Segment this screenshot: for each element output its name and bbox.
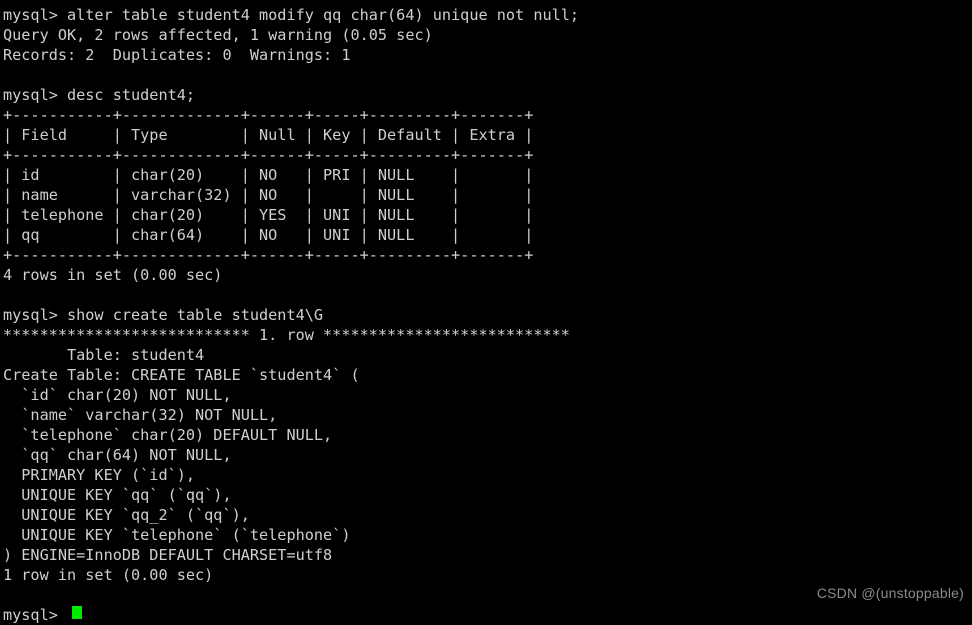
terminal-line: UNIQUE KEY `qq` (`qq`), bbox=[3, 486, 232, 504]
terminal-line: +-----------+-------------+------+-----+… bbox=[3, 106, 534, 124]
terminal-line: mysql> desc student4; bbox=[3, 86, 196, 104]
terminal-line: Records: 2 Duplicates: 0 Warnings: 1 bbox=[3, 46, 351, 64]
terminal-output: mysql> alter table student4 modify qq ch… bbox=[3, 5, 968, 605]
terminal-line: Query OK, 2 rows affected, 1 warning (0.… bbox=[3, 26, 433, 44]
terminal-line: +-----------+-------------+------+-----+… bbox=[3, 246, 534, 264]
terminal-line: Create Table: CREATE TABLE `student4` ( bbox=[3, 366, 360, 384]
terminal-line: | telephone | char(20) | YES | UNI | NUL… bbox=[3, 206, 534, 224]
terminal-line: ) ENGINE=InnoDB DEFAULT CHARSET=utf8 bbox=[3, 546, 333, 564]
terminal-line: mysql> show create table student4\G bbox=[3, 306, 324, 324]
terminal-line: *************************** 1. row *****… bbox=[3, 326, 570, 344]
terminal-line: mysql> alter table student4 modify qq ch… bbox=[3, 6, 580, 24]
terminal-line: | Field | Type | Null | Key | Default | … bbox=[3, 126, 534, 144]
terminal-line: UNIQUE KEY `qq_2` (`qq`), bbox=[3, 506, 250, 524]
terminal-line: `id` char(20) NOT NULL, bbox=[3, 386, 232, 404]
terminal-line: PRIMARY KEY (`id`), bbox=[3, 466, 196, 484]
terminal-window[interactable]: mysql> alter table student4 modify qq ch… bbox=[0, 0, 972, 624]
terminal-line: Table: student4 bbox=[3, 346, 205, 364]
terminal-line: `telephone` char(20) DEFAULT NULL, bbox=[3, 426, 333, 444]
text-cursor bbox=[72, 606, 82, 619]
terminal-line: `qq` char(64) NOT NULL, bbox=[3, 446, 232, 464]
terminal-line: +-----------+-------------+------+-----+… bbox=[3, 146, 534, 164]
terminal-line: 1 row in set (0.00 sec) bbox=[3, 566, 214, 584]
terminal-line: | name | varchar(32) | NO | | NULL | | bbox=[3, 186, 534, 204]
terminal-line: 4 rows in set (0.00 sec) bbox=[3, 266, 223, 284]
terminal-line: UNIQUE KEY `telephone` (`telephone`) bbox=[3, 526, 351, 544]
terminal-prompt: mysql> bbox=[3, 606, 68, 624]
watermark-label: CSDN @(unstoppable) bbox=[816, 585, 964, 601]
terminal-line: `name` varchar(32) NOT NULL, bbox=[3, 406, 278, 424]
terminal-line: | id | char(20) | NO | PRI | NULL | | bbox=[3, 166, 534, 184]
terminal-line: | qq | char(64) | NO | UNI | NULL | | bbox=[3, 226, 534, 244]
